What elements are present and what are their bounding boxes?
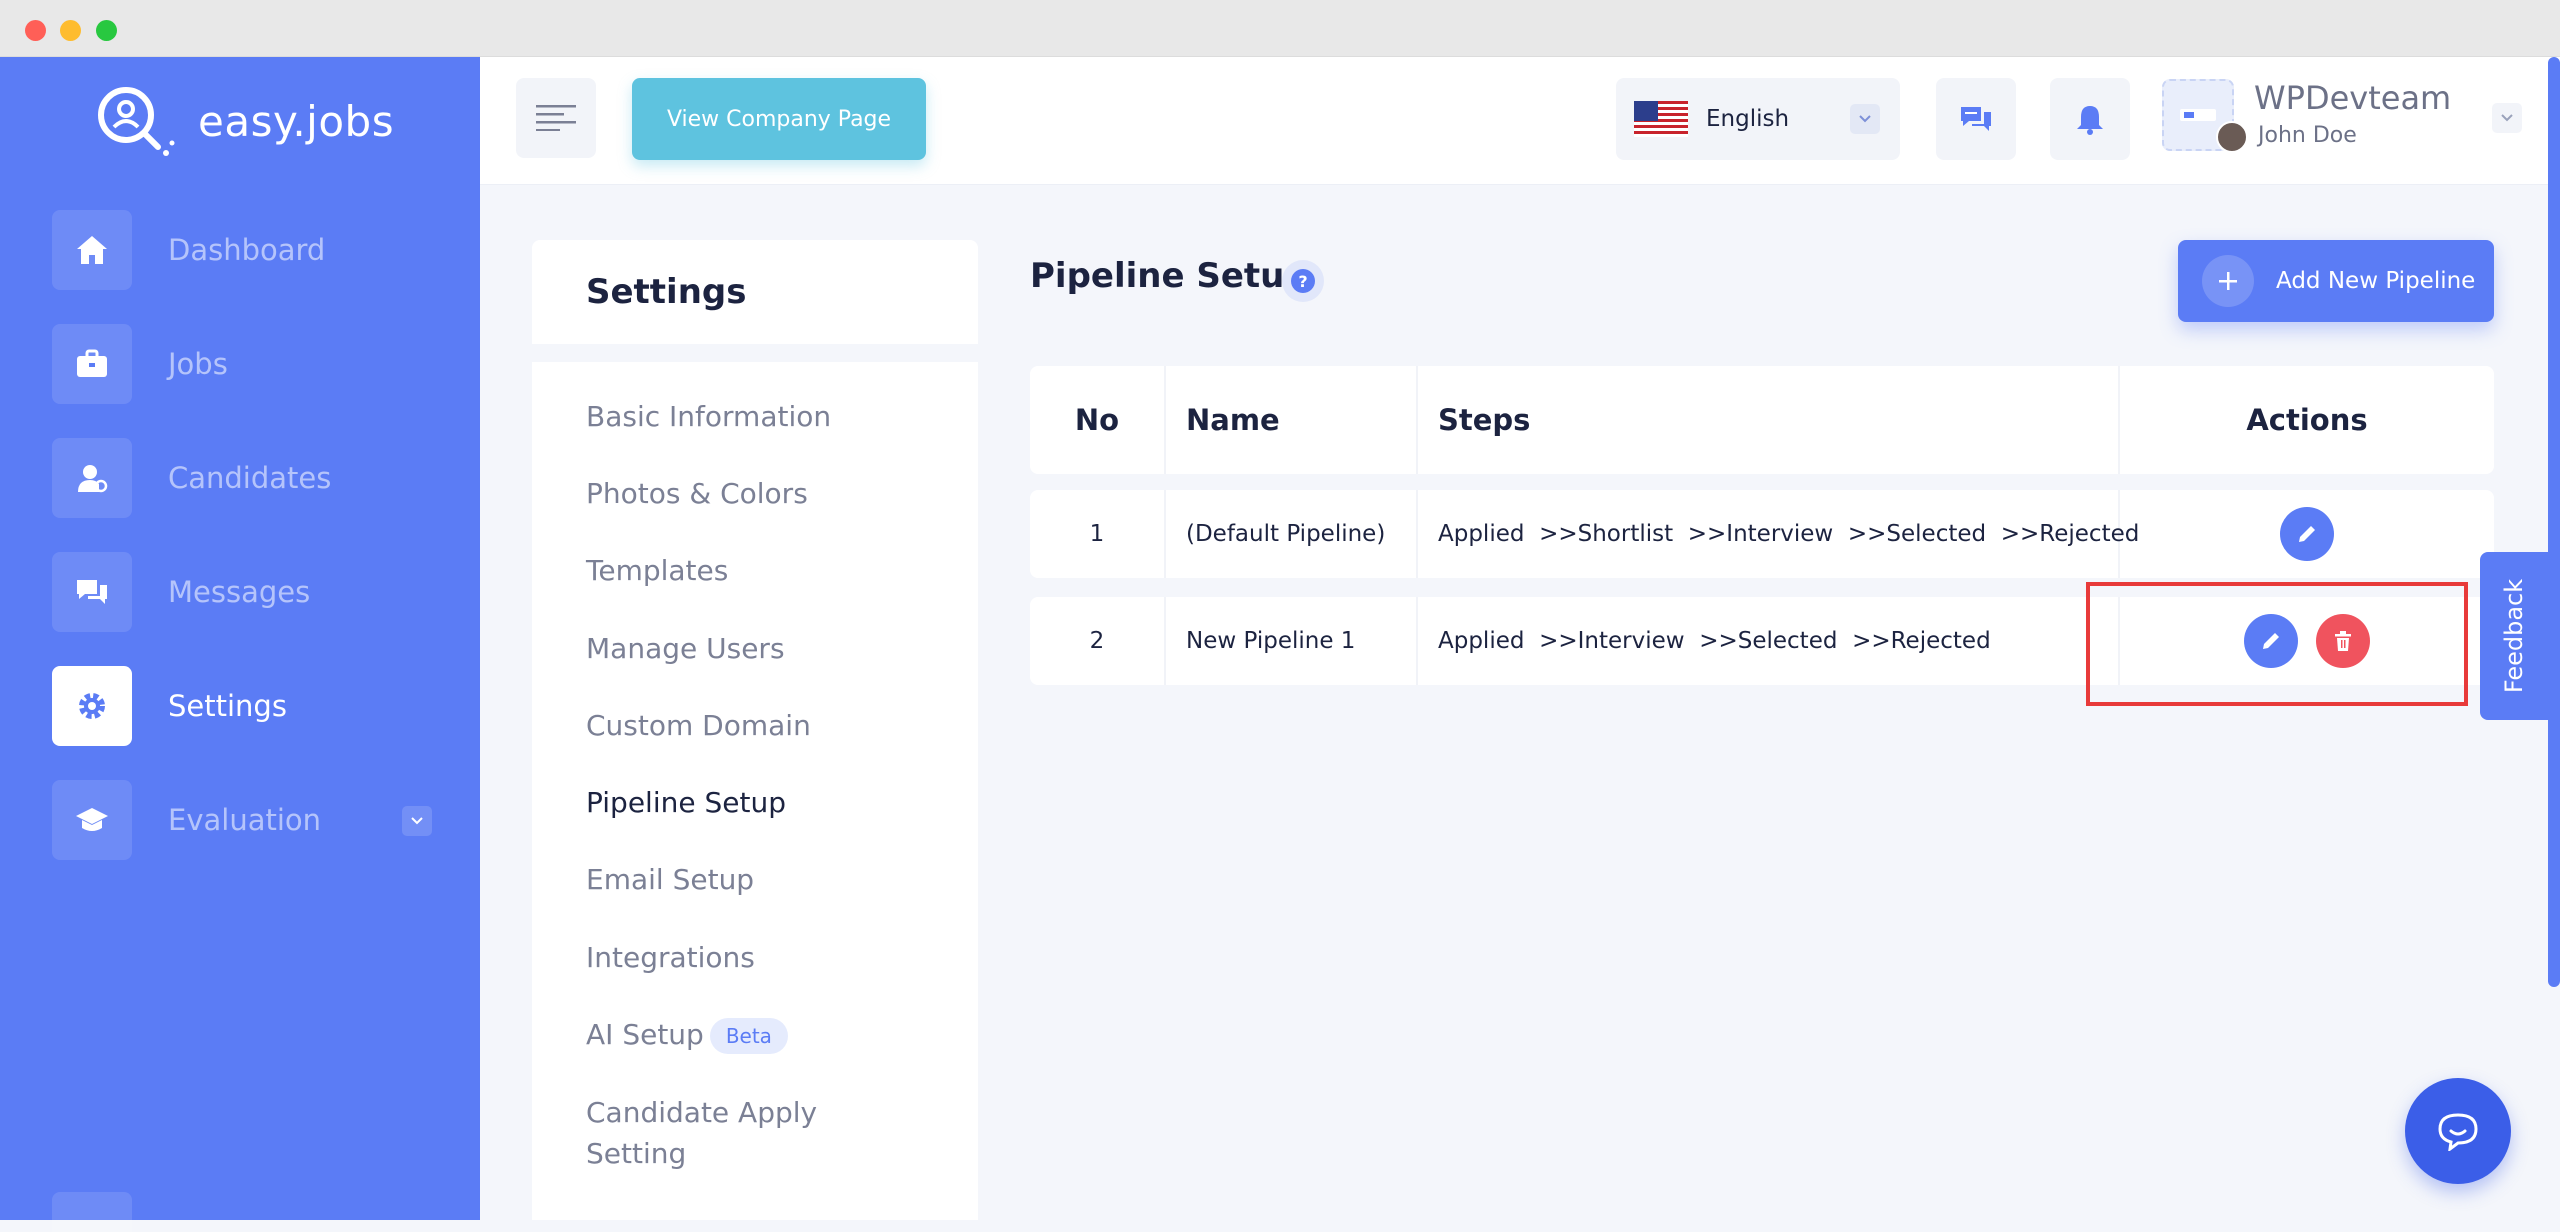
settings-item-basic-information[interactable]: Basic Information: [586, 396, 831, 437]
language-label: English: [1706, 106, 1790, 132]
sidebar-item-dashboard[interactable]: Dashboard: [52, 210, 432, 290]
sidebar-item-jobs[interactable]: Jobs: [52, 324, 432, 404]
chat-icon: [1961, 107, 1991, 131]
language-selector[interactable]: English: [1616, 78, 1900, 160]
table-row: 1 (Default Pipeline) Applied >>Shortlist…: [1030, 490, 2494, 578]
home-icon: [52, 210, 132, 290]
gear-icon: [52, 666, 132, 746]
easy-jobs-logo-icon: [98, 87, 175, 156]
sidebar-item-label: Settings: [168, 689, 287, 723]
chevron-down-icon: [1850, 104, 1880, 134]
row-steps: Applied >>Interview >>Selected >>Rejecte…: [1418, 597, 2120, 685]
sidebar-item-evaluation[interactable]: Evaluation: [52, 780, 432, 860]
feedback-label: Feedback: [2500, 578, 2529, 694]
settings-item-manage-users[interactable]: Manage Users: [586, 628, 785, 669]
topbar: View Company Page English WPDevteam John…: [480, 57, 2560, 185]
plus-icon: [2202, 255, 2254, 307]
settings-item-ai-setup[interactable]: AI Setup Beta: [586, 1014, 788, 1055]
graduation-cap-icon: [52, 780, 132, 860]
notifications-button[interactable]: [2050, 78, 2130, 160]
pencil-icon: [2299, 526, 2315, 542]
brand-name: easy.jobs: [198, 96, 395, 146]
row-name: (Default Pipeline): [1166, 490, 1418, 578]
column-header-no: No: [1030, 366, 1166, 474]
settings-item-email-setup[interactable]: Email Setup: [586, 859, 754, 900]
sidebar-item-label: Messages: [168, 575, 311, 609]
user-name: John Doe: [2258, 123, 2357, 148]
row-no: 1: [1030, 490, 1166, 578]
close-window-button[interactable]: [25, 20, 46, 41]
menu-toggle-button[interactable]: [516, 78, 596, 158]
chevron-down-icon[interactable]: [402, 806, 432, 836]
add-new-pipeline-button[interactable]: Add New Pipeline: [2178, 240, 2494, 322]
sidebar-collapse-button[interactable]: [52, 1192, 132, 1232]
sidebar-item-settings[interactable]: Settings: [52, 666, 432, 746]
column-header-name: Name: [1166, 366, 1418, 474]
sidebar: easy.jobs Dashboard Jobs Candidates Mess…: [0, 57, 480, 1232]
settings-item-candidate-apply-setting[interactable]: Candidate Apply Setting: [586, 1092, 916, 1174]
beta-badge: Beta: [709, 1018, 788, 1054]
settings-title: Settings: [586, 272, 747, 312]
support-chat-button[interactable]: [2405, 1078, 2511, 1184]
chat-icon: [52, 552, 132, 632]
sidebar-item-candidates[interactable]: Candidates: [52, 438, 432, 518]
row-name: New Pipeline 1: [1166, 597, 1418, 685]
company-name: WPDevteam: [2254, 79, 2452, 117]
settings-menu: Basic Information Photos & Colors Templa…: [532, 362, 978, 1220]
column-header-steps: Steps: [1418, 366, 2120, 474]
feedback-tab[interactable]: Feedback: [2480, 552, 2548, 720]
brand-logo[interactable]: easy.jobs: [92, 81, 394, 161]
sidebar-item-label: Dashboard: [168, 233, 326, 267]
settings-item-templates[interactable]: Templates: [586, 550, 728, 591]
row-actions: [2120, 490, 2494, 578]
edit-pipeline-button[interactable]: [2280, 507, 2334, 561]
settings-item-integrations[interactable]: Integrations: [586, 937, 755, 978]
sidebar-item-label: Jobs: [168, 347, 228, 381]
settings-item-label: AI Setup: [586, 1018, 704, 1051]
settings-item-pipeline-setup[interactable]: Pipeline Setup: [586, 782, 786, 823]
avatar[interactable]: [2216, 121, 2248, 153]
minimize-window-button[interactable]: [60, 20, 81, 41]
table-header: No Name Steps Actions: [1030, 366, 2494, 474]
row-no: 2: [1030, 597, 1166, 685]
page-title: Pipeline Setup: [1030, 256, 1309, 296]
add-new-pipeline-label: Add New Pipeline: [2276, 268, 2476, 294]
settings-item-custom-domain[interactable]: Custom Domain: [586, 705, 811, 746]
hamburger-icon: [536, 105, 576, 131]
chat-bubble-icon: [2438, 1113, 2478, 1151]
sidebar-item-label: Candidates: [168, 461, 332, 495]
highlight-box: [2086, 582, 2468, 706]
wpdeveloper-logo-icon: [2180, 109, 2216, 121]
settings-item-photos-colors[interactable]: Photos & Colors: [586, 473, 808, 514]
column-header-actions: Actions: [2246, 403, 2368, 437]
window-titlebar: [0, 0, 2560, 57]
scrollbar[interactable]: [2548, 57, 2560, 987]
sidebar-item-label: Evaluation: [168, 803, 322, 837]
help-icon[interactable]: ?: [1282, 260, 1324, 302]
sidebar-item-messages[interactable]: Messages: [52, 552, 432, 632]
us-flag-icon: [1634, 101, 1688, 137]
messages-button[interactable]: [1936, 78, 2016, 160]
maximize-window-button[interactable]: [96, 20, 117, 41]
chevron-down-icon[interactable]: [2492, 103, 2522, 133]
user-icon: [52, 438, 132, 518]
bell-icon: [2077, 106, 2103, 135]
row-steps: Applied >>Shortlist >>Interview >>Select…: [1418, 490, 2139, 578]
view-company-page-button[interactable]: View Company Page: [632, 78, 926, 160]
settings-panel-header: Settings: [532, 240, 978, 344]
briefcase-icon: [52, 324, 132, 404]
